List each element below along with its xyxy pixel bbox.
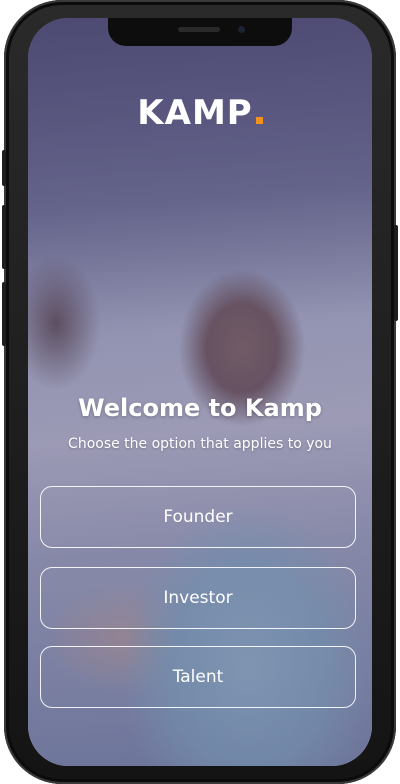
camera-icon — [238, 26, 245, 33]
phone-notch — [108, 18, 292, 46]
side-button — [394, 225, 398, 321]
founder-button[interactable]: Founder — [40, 486, 356, 548]
investor-button[interactable]: Investor — [40, 567, 356, 629]
speaker-grille — [178, 27, 220, 32]
welcome-subtitle: Choose the option that applies to you — [68, 436, 332, 452]
side-button — [2, 150, 6, 186]
side-button — [2, 205, 6, 269]
talent-button[interactable]: Talent — [40, 646, 356, 708]
app-screen: KAMP Welcome to Kamp Choose the option t… — [28, 18, 372, 766]
side-button — [2, 282, 6, 346]
logo-text: KAMP — [137, 93, 253, 133]
logo-accent-dot — [255, 117, 263, 124]
welcome-title: Welcome to Kamp — [78, 394, 322, 422]
app-logo: KAMP — [28, 93, 372, 133]
